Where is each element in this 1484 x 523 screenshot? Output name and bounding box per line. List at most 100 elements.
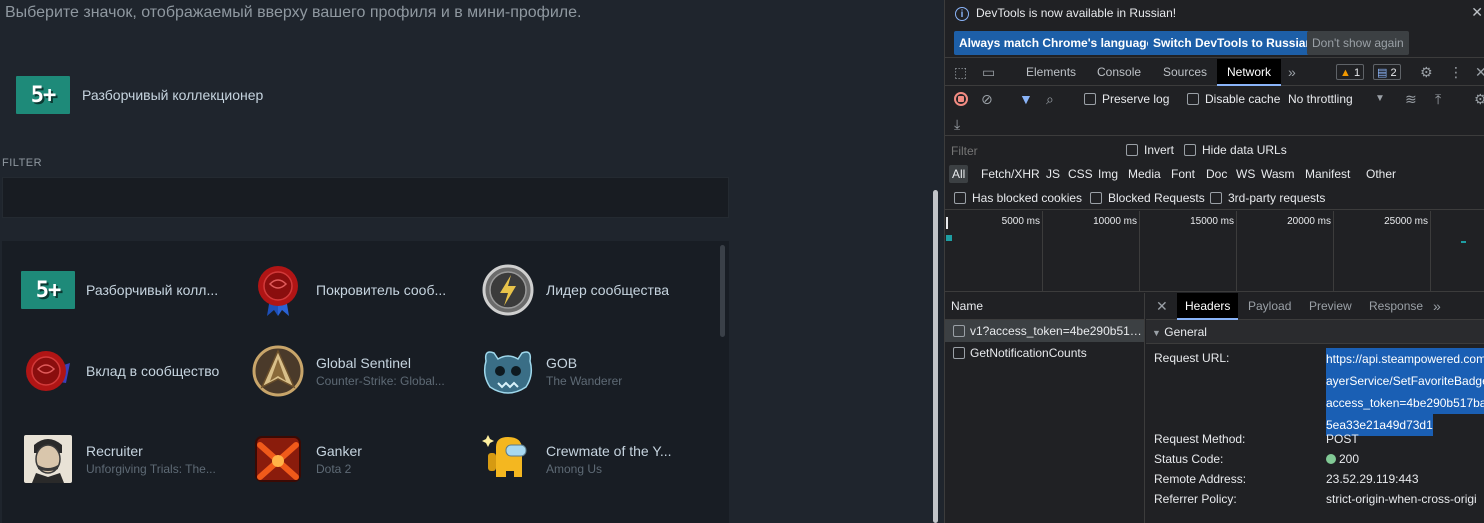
gear-icon[interactable]: ⚙ <box>1474 86 1484 112</box>
badge-item[interactable]: Ganker Dota 2 <box>250 424 470 494</box>
tab-preview[interactable]: Preview <box>1301 293 1360 320</box>
invert-checkbox[interactable] <box>1126 144 1138 156</box>
chevron-down-icon[interactable]: ▼ <box>1375 86 1385 112</box>
badge-item[interactable]: Вклад в сообщество <box>20 336 240 406</box>
page-scrollbar[interactable] <box>933 190 938 523</box>
timeline-label: 5000 ms <box>1001 216 1040 227</box>
network-toolbar: ⊘ ▼ ⌕ Preserve log Disable cache No thro… <box>945 86 1484 112</box>
dont-show-again-button[interactable]: Don't show again <box>1307 31 1409 55</box>
badge-item[interactable]: 5+ Разборчивый колл... <box>20 255 240 325</box>
type-ws[interactable]: WS <box>1233 165 1258 183</box>
gear-icon[interactable]: ⚙ <box>1420 59 1433 86</box>
remote-address-value: 23.52.29.119:443 <box>1326 472 1419 486</box>
blocked-requests-checkbox[interactable] <box>1090 192 1102 204</box>
status-code-value: 200 <box>1326 452 1359 466</box>
third-party-checkbox[interactable] <box>1210 192 1222 204</box>
close-icon[interactable]: ✕ <box>1471 4 1483 21</box>
network-filter-input[interactable] <box>947 141 1112 161</box>
badge-filter-input[interactable] <box>2 177 729 218</box>
close-icon[interactable]: ✕ <box>1475 59 1484 86</box>
details-tab-bar: ✕ Headers Payload Preview Response » <box>1146 293 1484 320</box>
clear-icon[interactable]: ⊘ <box>981 86 993 112</box>
has-blocked-cookies-checkbox[interactable] <box>954 192 966 204</box>
type-other[interactable]: Other <box>1363 165 1399 183</box>
filter-icon[interactable]: ▼ <box>1019 86 1033 112</box>
badge-item[interactable]: Crewmate of the Y... Among Us <box>480 424 700 494</box>
blocked-filters: Has blocked cookies Blocked Requests 3rd… <box>945 186 1484 210</box>
record-icon[interactable] <box>954 92 968 106</box>
warnings-count: 1 <box>1353 67 1361 79</box>
badge-list-scrollbar[interactable] <box>720 245 725 337</box>
inspect-element-icon[interactable]: ⬚ <box>954 59 967 86</box>
search-icon[interactable]: ⌕ <box>1046 86 1054 112</box>
badge-item[interactable]: Покровитель сооб... <box>250 255 470 325</box>
type-font[interactable]: Font <box>1168 165 1198 183</box>
badge-name: Вклад в сообщество <box>86 363 220 379</box>
badge-name: Crewmate of the Y... <box>546 442 672 459</box>
more-tabs-icon[interactable]: » <box>1433 293 1441 320</box>
badge-name: Ganker <box>316 442 362 459</box>
request-method-label: Request Method: <box>1154 432 1246 446</box>
red-wax-seal-icon <box>20 343 76 399</box>
tab-sources[interactable]: Sources <box>1153 59 1217 86</box>
tab-network[interactable]: Network <box>1217 59 1282 86</box>
switch-to-russian-button[interactable]: Switch DevTools to Russian <box>1148 31 1318 55</box>
more-tabs-icon[interactable]: » <box>1288 59 1296 86</box>
resource-type-filters: All Fetch/XHR JS CSS Img Media Font Doc … <box>945 162 1484 186</box>
tab-console[interactable]: Console <box>1087 59 1151 86</box>
general-section-header[interactable]: ▼ General <box>1146 320 1484 344</box>
request-row[interactable]: v1?access_token=4be290b517... <box>945 320 1144 342</box>
type-all[interactable]: All <box>949 165 969 183</box>
expand-triangle-icon: ▼ <box>1152 328 1161 338</box>
network-overview-timeline[interactable]: 5000 ms 10000 ms 15000 ms 20000 ms 25000… <box>945 211 1484 292</box>
page-description: Выберите значок, отображаемый вверху ваш… <box>5 4 582 21</box>
type-fetch-xhr[interactable]: Fetch/XHR <box>978 165 1043 183</box>
type-doc[interactable]: Doc <box>1203 165 1230 183</box>
network-conditions-icon[interactable]: ≋ <box>1405 86 1417 112</box>
request-type-icon <box>953 347 965 359</box>
badge-game: Among Us <box>546 461 603 476</box>
request-method-value: POST <box>1326 432 1359 446</box>
badge-item[interactable]: Global Sentinel Counter-Strike: Global..… <box>250 336 470 406</box>
hide-data-urls-checkbox[interactable] <box>1184 144 1196 156</box>
badge-game: Dota 2 <box>316 461 352 476</box>
recruiter-portrait-icon <box>20 431 76 487</box>
close-icon[interactable]: ✕ <box>1156 293 1168 320</box>
type-js[interactable]: JS <box>1043 165 1063 183</box>
export-har-icon[interactable]: ⤓ <box>954 112 960 136</box>
badge-item[interactable]: Лидер сообщества <box>480 255 700 325</box>
general-title: General <box>1164 325 1207 339</box>
tab-headers[interactable]: Headers <box>1177 293 1239 320</box>
name-column-header[interactable]: Name <box>945 293 1144 320</box>
always-match-language-button[interactable]: Always match Chrome's language <box>954 31 1159 55</box>
request-url-label: Request URL: <box>1154 351 1230 365</box>
request-row[interactable]: GetNotificationCounts <box>945 342 1144 364</box>
type-css[interactable]: CSS <box>1065 165 1096 183</box>
timeline-label: 15000 ms <box>1190 216 1234 227</box>
messages-badge[interactable]: ▤ 2 <box>1373 64 1401 80</box>
request-url-line: access_token=4be290b517ba <box>1326 392 1484 414</box>
kebab-menu-icon[interactable]: ⋮ <box>1449 59 1463 86</box>
disable-cache-checkbox[interactable] <box>1187 93 1199 105</box>
status-code: 200 <box>1339 452 1360 466</box>
device-toolbar-icon[interactable]: ▭ <box>982 59 995 86</box>
tab-payload[interactable]: Payload <box>1240 293 1299 320</box>
badge-name: GOB <box>546 354 578 371</box>
type-img[interactable]: Img <box>1095 165 1121 183</box>
badge-item[interactable]: Recruiter Unforgiving Trials: The... <box>20 424 240 494</box>
throttling-select[interactable]: No throttling <box>1288 92 1353 106</box>
type-media[interactable]: Media <box>1125 165 1164 183</box>
referrer-policy-label: Referrer Policy: <box>1154 492 1237 506</box>
badge-item[interactable]: GOB The Wanderer <box>480 336 700 406</box>
type-wasm[interactable]: Wasm <box>1258 165 1298 183</box>
import-har-icon[interactable]: ⤒ <box>1435 86 1441 112</box>
badge-name: Recruiter <box>86 442 143 459</box>
third-party-label: 3rd-party requests <box>1228 191 1326 205</box>
tab-elements[interactable]: Elements <box>1016 59 1086 86</box>
warnings-badge[interactable]: ▲ 1 <box>1336 64 1365 80</box>
type-manifest[interactable]: Manifest <box>1302 165 1353 183</box>
devtools-panel: i DevTools is now available in Russian! … <box>944 0 1484 523</box>
preserve-log-checkbox[interactable] <box>1084 93 1096 105</box>
tab-response[interactable]: Response <box>1361 293 1431 320</box>
request-url-value[interactable]: https://api.steampowered.com ayerService… <box>1326 348 1484 436</box>
